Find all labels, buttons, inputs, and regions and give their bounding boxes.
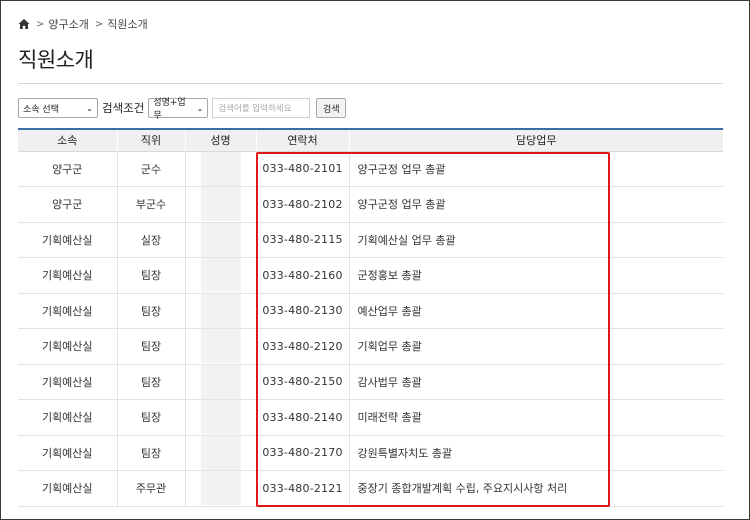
- redacted-name: [200, 435, 241, 470]
- search-input[interactable]: 검색어를 입력하세요: [212, 98, 311, 118]
- cell-dept: 기획예산실: [18, 328, 118, 365]
- cell-name: [185, 293, 257, 329]
- cell-dept: 기획예산실: [18, 222, 118, 258]
- breadcrumb: > 양구소개 > 직원소개: [18, 16, 148, 32]
- cell-name: [185, 222, 257, 258]
- table-body: 양구군 군수 033-480-2101 양구군정 업무 총괄 양구군 부군수 033-480…: [18, 151, 723, 507]
- chevron-right-icon: >: [36, 18, 45, 30]
- cell-dept: 기획예산실: [18, 435, 118, 471]
- cell-name: [185, 257, 257, 294]
- redacted-name: [200, 400, 241, 435]
- cell-dept: 기획예산실: [18, 364, 118, 400]
- cell-position: 팀장: [117, 257, 186, 294]
- cell-duty: 군정홍보 총괄: [349, 257, 723, 294]
- cell-name: [185, 470, 257, 507]
- chevron-right-icon: >: [94, 18, 104, 30]
- cell-position: 실장: [117, 222, 186, 258]
- redacted-name: [200, 222, 241, 257]
- table-row: 기획예산실 팀장 033-480-2160 군정홍보 총괄: [18, 257, 723, 294]
- department-select[interactable]: 소속 선택 ⌄: [18, 98, 98, 118]
- cell-phone: 033-480-2150: [256, 364, 350, 400]
- cell-phone: 033-480-2140: [256, 399, 350, 436]
- cell-position: 팀장: [117, 399, 186, 436]
- cell-duty: 예산업무 총괄: [349, 293, 723, 329]
- cell-name: [185, 151, 257, 187]
- breadcrumb-item[interactable]: 양구소개: [48, 16, 88, 32]
- cell-position: 주무관: [117, 470, 186, 507]
- cell-duty: 기획예산실 업무 총괄: [349, 222, 723, 258]
- cell-dept: 기획예산실: [18, 470, 118, 507]
- table-row: 기획예산실 팀장 033-480-2170 강원특별자치도 총괄: [18, 435, 723, 471]
- cell-position: 부군수: [117, 186, 186, 223]
- cell-phone: 033-480-2121: [256, 470, 350, 507]
- cell-duty: 감사법무 총괄: [349, 364, 723, 400]
- cell-dept: 양구군: [18, 151, 118, 187]
- cell-duty: 강원특별자치도 총괄: [349, 435, 723, 471]
- redacted-name: [200, 151, 241, 186]
- cell-name: [185, 399, 257, 436]
- cell-position: 팀장: [117, 435, 186, 471]
- staff-table: 소속 직위 성명 연락처 담당업무 양구군 군수 033-480-2101 양구군정 …: [18, 128, 723, 507]
- chevron-down-icon: ⌄: [86, 103, 93, 113]
- cell-duty: 양구군정 업무 총괄: [349, 186, 723, 223]
- table-row: 기획예산실 실장 033-480-2115 기획예산실 업무 총괄: [18, 222, 723, 258]
- cell-phone: 033-480-2160: [256, 257, 350, 294]
- cell-phone: 033-480-2170: [256, 435, 350, 471]
- redacted-name: [200, 293, 241, 328]
- cell-phone: 033-480-2101: [256, 151, 350, 187]
- table-row: 양구군 부군수 033-480-2102 양구군정 업무 총괄: [18, 186, 723, 223]
- header-dept: 소속: [18, 129, 118, 152]
- home-icon[interactable]: [18, 18, 30, 30]
- cell-name: [185, 328, 257, 365]
- table-row: 양구군 군수 033-480-2101 양구군정 업무 총괄: [18, 151, 723, 187]
- search-input-placeholder: 검색어를 입력하세요: [218, 104, 292, 114]
- table-row: 기획예산실 팀장 033-480-2150 감사법무 총괄: [18, 364, 723, 400]
- chevron-down-icon: ⌄: [196, 103, 204, 113]
- redacted-name: [200, 471, 241, 506]
- redacted-name: [200, 258, 241, 293]
- table-row: 기획예산실 팀장 033-480-2130 예산업무 총괄: [18, 293, 723, 329]
- cell-position: 군수: [117, 151, 186, 187]
- condition-label: 검색조건: [102, 101, 145, 115]
- cell-duty: 중장기 종합개발계획 수립, 주요지시사항 처리: [349, 470, 723, 507]
- cell-duty: 미래전략 총괄: [349, 399, 723, 436]
- condition-select[interactable]: 성명+업무 ⌄: [148, 98, 209, 121]
- cell-duty: 양구군정 업무 총괄: [349, 151, 723, 187]
- table-row: 기획예산실 주무관 033-480-2121 중장기 종합개발계획 수립, 주요지시사…: [18, 470, 723, 507]
- header-position: 직위: [117, 129, 186, 152]
- redacted-name: [200, 329, 241, 364]
- cell-position: 팀장: [117, 364, 186, 400]
- cell-dept: 기획예산실: [18, 257, 118, 294]
- cell-dept: 기획예산실: [18, 399, 118, 436]
- header-name: 성명: [185, 129, 257, 152]
- cell-name: [185, 186, 257, 223]
- cell-phone: 033-480-2120: [256, 328, 350, 365]
- cell-position: 팀장: [117, 293, 186, 329]
- header-phone: 연락처: [256, 129, 350, 152]
- cell-name: [185, 435, 257, 471]
- cell-duty: 기획업무 총괄: [349, 328, 723, 365]
- redacted-name: [200, 364, 241, 399]
- cell-name: [185, 364, 257, 400]
- cell-phone: 033-480-2130: [256, 293, 350, 329]
- cell-position: 팀장: [117, 328, 186, 365]
- divider: [18, 83, 723, 84]
- department-select-value: 소속 선택: [23, 104, 59, 115]
- header-duty: 담당업무: [349, 129, 723, 152]
- cell-dept: 기획예산실: [18, 293, 118, 329]
- search-button[interactable]: 검색: [316, 98, 347, 118]
- breadcrumb-item[interactable]: 직원소개: [107, 16, 147, 32]
- cell-dept: 양구군: [18, 186, 118, 223]
- table-row: 기획예산실 팀장 033-480-2120 기획업무 총괄: [18, 328, 723, 365]
- cell-phone: 033-480-2115: [256, 222, 350, 258]
- cell-phone: 033-480-2102: [256, 186, 350, 223]
- page-title: 직원소개: [18, 48, 94, 72]
- redacted-name: [200, 187, 241, 222]
- table-row: 기획예산실 팀장 033-480-2140 미래전략 총괄: [18, 399, 723, 436]
- table-header-row: 소속 직위 성명 연락처 담당업무: [18, 129, 723, 152]
- condition-select-value: 성명+업무: [153, 98, 186, 121]
- search-bar: 소속 선택 ⌄ 검색조건 성명+업무 ⌄ 검색어를 입력하세요 검색: [18, 97, 347, 121]
